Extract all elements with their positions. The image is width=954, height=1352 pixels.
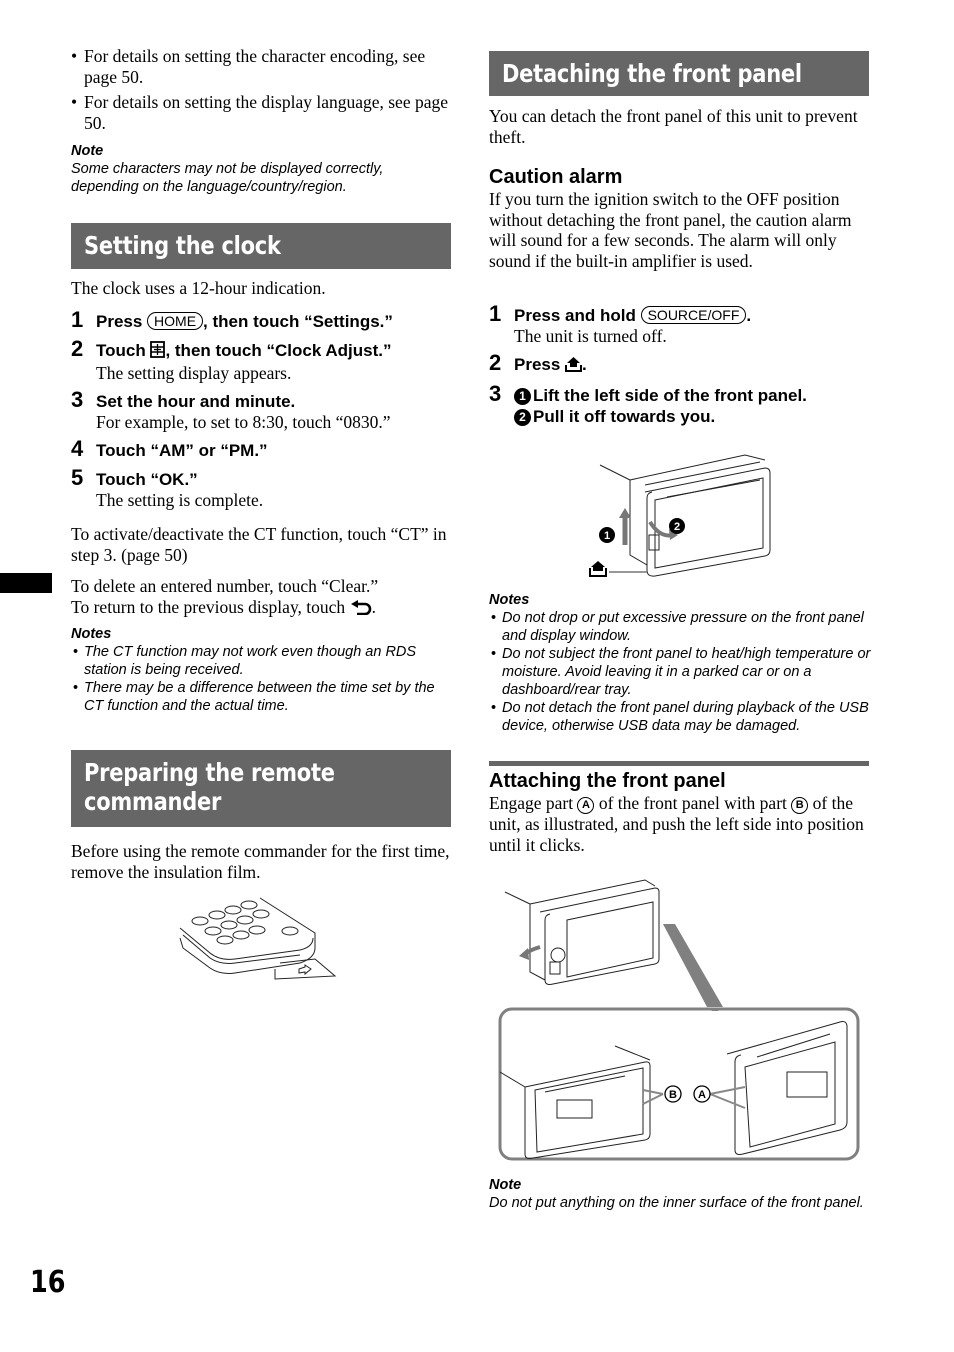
settings-list-icon (150, 341, 166, 363)
step-number: 4 (71, 436, 84, 461)
note-item: Do not drop or put excessive pressure on… (489, 609, 871, 645)
notes-title: Notes (489, 592, 530, 608)
clock-notes: Notes The CT function may not work even … (71, 625, 453, 715)
home-key: HOME (147, 312, 204, 330)
sub-step-marker-1: 1 (514, 388, 531, 405)
section-divider (489, 761, 869, 766)
step-number: 5 (71, 465, 84, 490)
figure-label-a: A (698, 1089, 706, 1101)
sub-step-marker-2: 2 (514, 409, 531, 426)
step-number: 3 (71, 387, 84, 412)
remote-text: Before using the remote commander for th… (71, 841, 450, 882)
step-4: 4 Touch “AM” or “PM.” (71, 436, 453, 461)
note-text: Do not put anything on the inner surface… (489, 1195, 864, 1211)
detach-panel-illustration: 1 2 (585, 440, 775, 585)
note-title: Note (71, 143, 104, 159)
section-header-setting-clock: Setting the clock (71, 223, 451, 269)
step-title: Touch “OK.” (96, 470, 198, 489)
note-item: The CT function may not work even though… (71, 643, 453, 679)
attach-section: Attaching the front panel Engage part A … (489, 769, 871, 855)
intro-note: Note Some characters may not be displaye… (71, 142, 453, 196)
step-number: 2 (489, 350, 502, 375)
ct-text: To activate/deactivate the CT function, … (71, 524, 447, 565)
step-2: 2 Press . (489, 350, 587, 377)
release-icon (565, 356, 583, 377)
step-3: 3 1 Lift the left side of the front panel… (489, 381, 807, 426)
step-2: 2 Touch , then touch “Clock Adjust.” The… (71, 336, 453, 384)
step-number: 1 (71, 307, 84, 332)
step-1: 1 Press HOME, then touch “Settings.” (71, 307, 393, 332)
note-item: There may be a difference between the ti… (71, 679, 453, 715)
intro-bullets: For details on setting the character enc… (71, 46, 453, 133)
source-off-key: SOURCE/OFF (640, 306, 747, 324)
step-number: 2 (71, 336, 84, 361)
clock-steps: 1 Press HOME, then touch “Settings.” 2 T… (71, 307, 453, 511)
note-item: Do not detach the front panel during pla… (489, 699, 871, 735)
attach-text: Engage part A of the front panel with pa… (489, 793, 864, 855)
clear-text: To delete an entered number, touch “Clea… (71, 576, 453, 619)
step-description: The setting display appears. (96, 363, 292, 383)
caution-text: If you turn the ignition switch to the O… (489, 189, 852, 271)
back-icon (350, 599, 372, 620)
section-header-remote-commander: Preparing the remote commander (71, 750, 451, 827)
step-description: The setting is complete. (96, 490, 264, 510)
step-1: 1 Press and hold SOURCE/OFF. The unit is… (489, 301, 871, 347)
note-title: Note (489, 1177, 522, 1193)
note-item: Do not subject the front panel to heat/h… (489, 645, 871, 699)
detach-steps: 1 Press and hold SOURCE/OFF. The unit is… (489, 301, 871, 427)
step-5: 5 Touch “OK.” The setting is complete. (71, 465, 453, 511)
figure-label-2: 2 (674, 521, 680, 533)
chapter-tab-marker (0, 573, 52, 593)
attach-panel-illustration: B A (495, 862, 865, 1164)
bullet-item: For details on setting the character enc… (71, 46, 453, 87)
clock-intro: The clock uses a 12-hour indication. (71, 278, 326, 298)
note-text: Some characters may not be displayed cor… (71, 161, 384, 195)
part-a-marker: A (577, 797, 595, 814)
remote-commander-illustration (175, 893, 345, 988)
part-b-marker: B (791, 797, 809, 814)
section-title-line1: Preparing the remote (84, 758, 335, 787)
figure-label-b: B (669, 1089, 677, 1101)
step-3: 3 Set the hour and minute. For example, … (71, 387, 453, 433)
attach-title: Attaching the front panel (489, 770, 726, 792)
step-description: For example, to set to 8:30, touch “0830… (96, 412, 391, 432)
caution-title: Caution alarm (489, 166, 623, 188)
attach-note: Note Do not put anything on the inner su… (489, 1176, 871, 1212)
bullet-item: For details on setting the display langu… (71, 92, 453, 133)
section-title: Detaching the front panel (502, 59, 802, 88)
step-number: 1 (489, 301, 502, 326)
section-title: Setting the clock (84, 231, 281, 260)
step-description: The unit is turned off. (514, 326, 667, 346)
caution-alarm: Caution alarm If you turn the ignition s… (489, 165, 871, 271)
detach-intro: You can detach the front panel of this u… (489, 106, 858, 147)
notes-title: Notes (71, 626, 112, 642)
step-title: Touch “AM” or “PM.” (96, 441, 268, 460)
step-title: Set the hour and minute. (96, 392, 296, 411)
section-title-line2: commander (84, 787, 222, 816)
detach-notes: Notes Do not drop or put excessive press… (489, 591, 871, 735)
figure-label-1: 1 (604, 530, 610, 542)
step-number: 3 (489, 381, 502, 406)
page-number: 16 (30, 1265, 66, 1300)
section-header-detaching-front-panel: Detaching the front panel (489, 51, 869, 96)
